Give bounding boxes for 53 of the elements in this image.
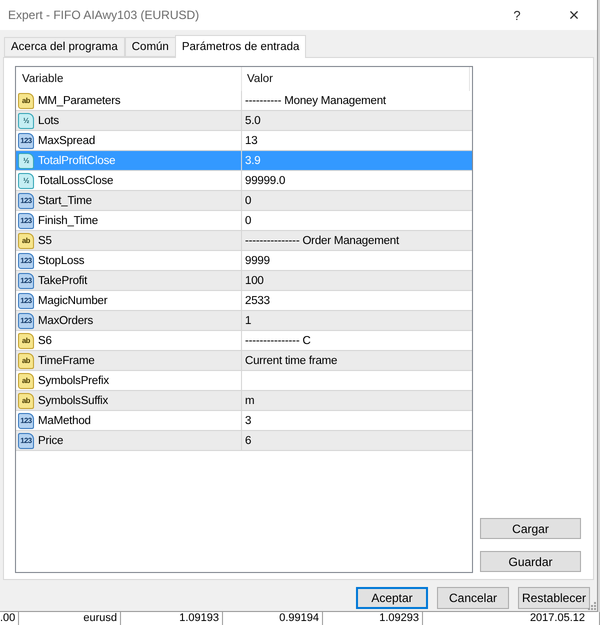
dialog-button[interactable]: Cancelar: [437, 587, 509, 609]
value-cell-text: --------------- Order Management: [244, 234, 400, 248]
value-cell-text: 3.9: [244, 154, 262, 168]
variable-name: MM_Parameters: [38, 94, 120, 106]
help-button[interactable]: ?: [494, 0, 540, 30]
value-cell-text: m: [244, 394, 256, 408]
variable-name: MagicNumber: [38, 294, 108, 306]
value-cell-text: 1: [244, 314, 252, 328]
value-cell-text: 13: [244, 134, 258, 148]
variable-name: TotalProfitClose: [38, 154, 116, 166]
variable-name: StopLoss: [38, 254, 84, 266]
value-cell-text: 5.0: [244, 114, 262, 128]
background-table-cell: 2017.05.12: [423, 612, 600, 625]
variable-name: MaxSpread: [38, 134, 96, 146]
variable-name: Finish_Time: [38, 214, 98, 226]
background-table-cell: .00: [0, 612, 19, 625]
variable-name: SymbolsPrefix: [38, 374, 109, 386]
value-cell-text: Current time frame: [244, 354, 338, 368]
value-cell-text: ---------- Money Management: [244, 94, 387, 108]
window-title: Expert - FIFO AIAwy103 (EURUSD): [8, 8, 200, 22]
tab[interactable]: Parámetros de entrada: [174, 35, 306, 58]
variable-name: S5: [38, 234, 52, 246]
close-button[interactable]: ×: [551, 0, 597, 30]
value-cell-text: 6: [244, 434, 252, 448]
value-cell-text: --------------- C: [244, 334, 312, 348]
variable-name: Start_Time: [38, 194, 92, 206]
dialog-button[interactable]: Aceptar: [356, 587, 428, 609]
value-cell-text: 99999.0: [244, 174, 286, 188]
variable-name: TotalLossClose: [38, 174, 114, 186]
value-cell-text: 3: [244, 414, 252, 428]
variable-name: TakeProfit: [38, 274, 88, 286]
variable-name: SymbolsSuffix: [38, 394, 108, 406]
load-button[interactable]: Cargar: [480, 518, 581, 539]
background-table-cell: 1.09293: [323, 612, 423, 625]
value-cell-text: 2533: [244, 294, 271, 308]
save-button[interactable]: Guardar: [480, 551, 581, 572]
variable-name: TimeFrame: [38, 354, 95, 366]
background-table-cell: 1.09193: [121, 612, 223, 625]
background-table-cell: eurusd: [19, 612, 121, 625]
dialog-button[interactable]: Restablecer: [518, 587, 590, 609]
variable-name: Price: [38, 434, 64, 446]
variable-name: MaxOrders: [38, 314, 94, 326]
tab[interactable]: Acerca del programa: [4, 37, 125, 57]
variable-name: S6: [38, 334, 52, 346]
resize-grip-icon[interactable]: [588, 602, 596, 610]
value-cell-text: 0: [244, 194, 252, 208]
value-cell-text: 9999: [244, 254, 271, 268]
value-cell-text: 100: [244, 274, 265, 288]
background-table-cell: 0.99194: [223, 612, 323, 625]
variable-name: Lots: [38, 114, 59, 126]
value-cell-text: 0: [244, 214, 252, 228]
variable-name: MaMethod: [38, 414, 91, 426]
tab[interactable]: Común: [124, 37, 176, 57]
